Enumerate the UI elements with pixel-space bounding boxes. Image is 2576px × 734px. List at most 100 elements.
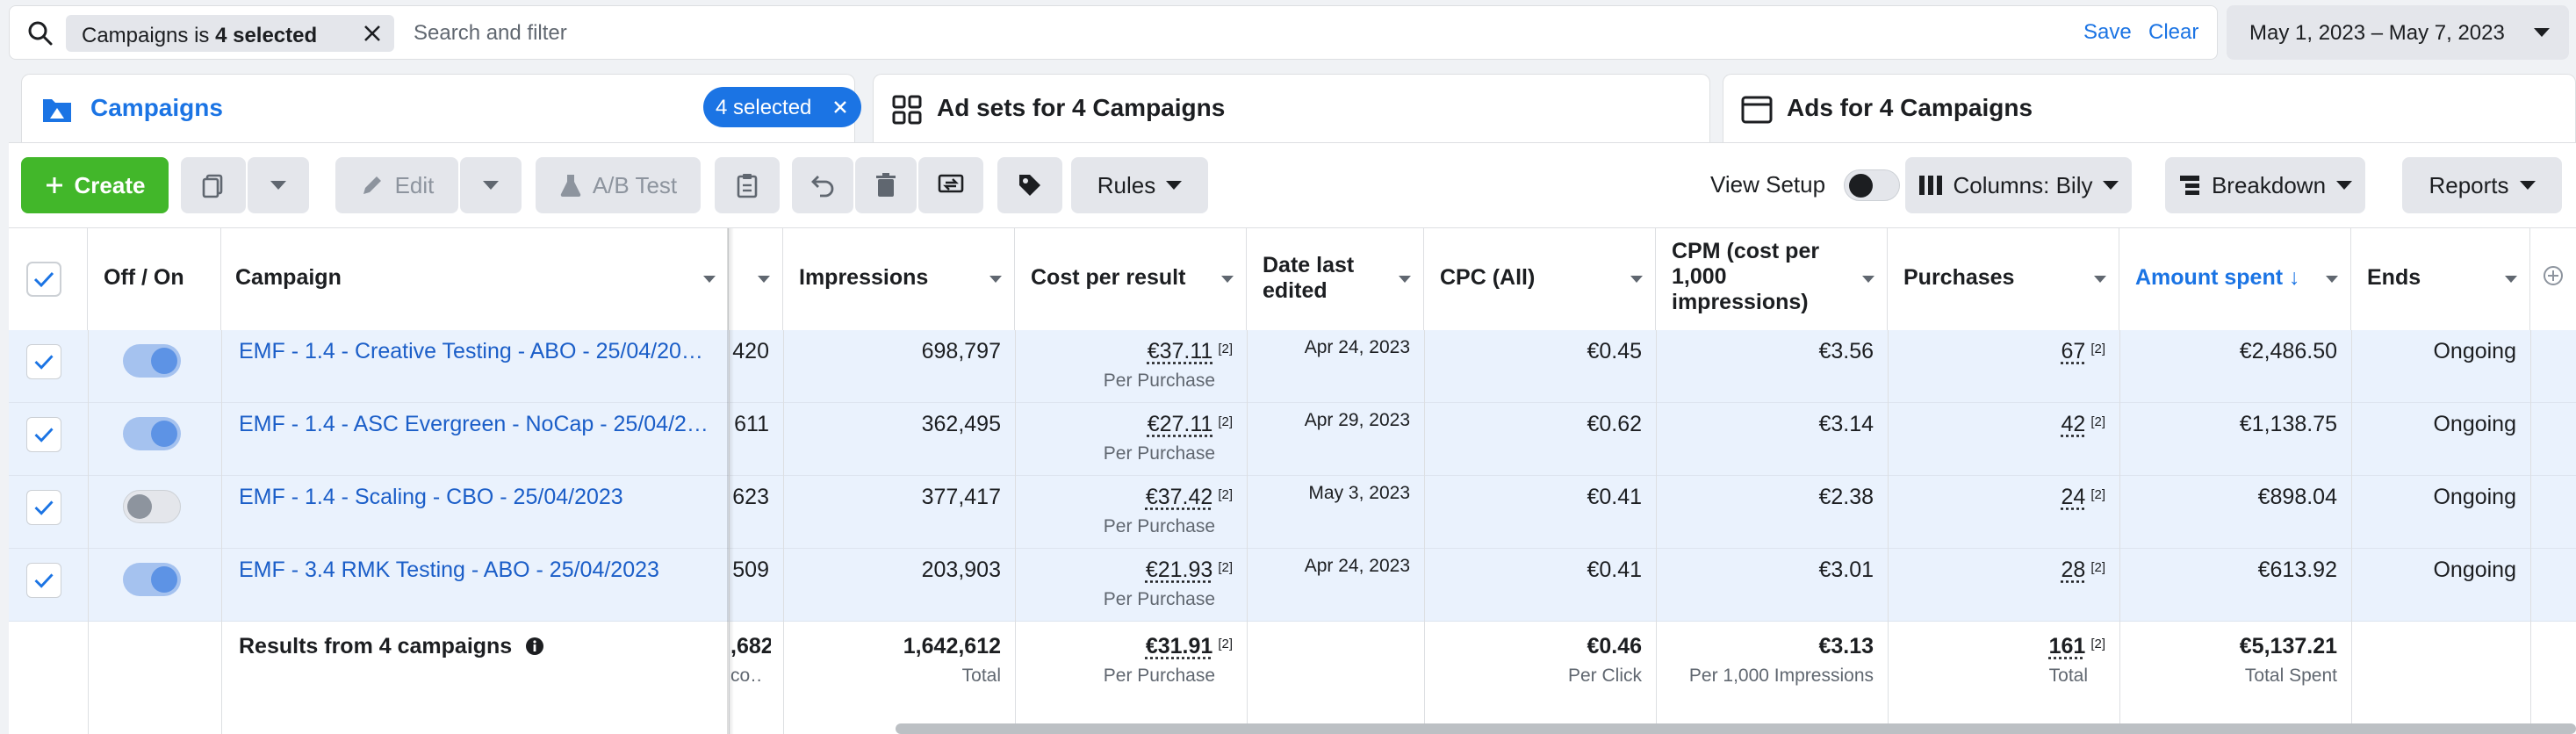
breakdown-button[interactable]: Breakdown [2165, 157, 2365, 213]
close-icon[interactable] [361, 22, 384, 45]
purchases-value: 28 [2] [1888, 558, 2106, 583]
header-impressions[interactable]: Impressions [783, 228, 1015, 330]
rules-button[interactable]: Rules [1071, 157, 1208, 213]
row-checkbox[interactable] [26, 344, 61, 379]
header-cost-per-result[interactable]: Cost per result [1015, 228, 1247, 330]
header-amount-spent[interactable]: Amount spent ↓ [2119, 228, 2351, 330]
campaign-name-link[interactable]: EMF - 3.4 RMK Testing - ABO - 25/04/2023 [239, 558, 720, 583]
sort-caret-icon[interactable] [1221, 276, 1234, 283]
sort-caret-icon[interactable] [1399, 276, 1411, 283]
create-button[interactable]: Create [21, 157, 169, 213]
campaign-toggle[interactable] [123, 417, 181, 450]
header-date-last-edited-label: Date last edited [1263, 253, 1355, 303]
sort-caret-icon[interactable] [2094, 276, 2106, 283]
search-input[interactable] [414, 18, 1818, 48]
sort-caret-icon[interactable] [758, 276, 770, 283]
filter-chip[interactable]: Campaigns is 4 selected [66, 15, 394, 52]
cost-per-result-amount[interactable]: €37.42 [1146, 485, 1212, 509]
campaign-toggle[interactable] [123, 490, 181, 523]
delete-button[interactable] [855, 157, 917, 213]
header-purchases-label: Purchases [1903, 265, 2015, 290]
totals-hidden-sub: co… [730, 666, 764, 686]
duplicate-dropdown[interactable] [248, 157, 309, 213]
sort-caret-icon[interactable] [2505, 276, 2517, 283]
view-setup-toggle[interactable] [1844, 169, 1900, 201]
footnote-ref: [2] [1218, 637, 1233, 651]
header-cpm[interactable]: CPM (cost per 1,000 impressions) [1656, 228, 1888, 330]
row-checkbox[interactable] [26, 490, 61, 525]
date-edited-value: Apr 24, 2023 [1304, 337, 1410, 357]
cost-per-result-amount[interactable]: €21.93 [1146, 558, 1212, 582]
cpc-value: €0.62 [1587, 412, 1642, 436]
edit-button[interactable]: Edit [335, 157, 458, 213]
ab-test-button[interactable]: A/B Test [536, 157, 701, 213]
cost-per-result-amount[interactable]: €27.11 [1148, 412, 1213, 436]
row-checkbox[interactable] [26, 563, 61, 598]
cost-per-result-sub: Per Purchase [1103, 371, 1215, 391]
header-purchases[interactable]: Purchases [1888, 228, 2119, 330]
tab-adsets-label: Ad sets for 4 Campaigns [937, 94, 1226, 121]
purchases-count[interactable]: 42 [2062, 412, 2086, 436]
tab-adsets[interactable]: Ad sets for 4 Campaigns [873, 74, 1710, 149]
horizontal-scrollbar[interactable] [896, 723, 2576, 734]
sort-caret-icon[interactable] [1862, 276, 1874, 283]
campaign-toggle[interactable] [123, 563, 181, 596]
flask-icon [560, 175, 581, 198]
chevron-down-icon [483, 181, 499, 190]
tab-ads-label: Ads for 4 Campaigns [1787, 94, 2033, 121]
breakdown-icon [2179, 176, 2199, 195]
footnote-ref: [2] [1218, 560, 1233, 575]
campaign-toggle[interactable] [123, 344, 181, 378]
breakdown-button-label: Breakdown [2211, 171, 2327, 198]
selected-badge[interactable]: 4 selected [703, 87, 861, 127]
tab-campaigns[interactable]: Campaigns 4 selected [21, 74, 861, 149]
columns-button[interactable]: Columns: Bily [1905, 157, 2132, 213]
header-cost-per-result-label: Cost per result [1031, 265, 1186, 290]
checkbox-icon[interactable] [26, 262, 61, 297]
header-campaign[interactable]: Campaign [221, 228, 729, 330]
toolbar: Create Edit A/B Test Rules View Setup Co… [9, 143, 2576, 227]
campaign-name-link[interactable]: EMF - 1.4 - Creative Testing - ABO - 25/… [239, 339, 720, 364]
clipboard-button[interactable] [715, 157, 780, 213]
purchases-count[interactable]: 24 [2062, 485, 2086, 509]
tag-icon [1019, 175, 1040, 196]
tab-ads[interactable]: Ads for 4 Campaigns [1723, 74, 2576, 149]
cpc-value: €0.41 [1587, 558, 1642, 582]
duplicate-button[interactable] [181, 157, 246, 213]
edit-dropdown[interactable] [460, 157, 522, 213]
header-hidden-column[interactable] [729, 228, 783, 330]
sort-caret-icon[interactable] [703, 276, 716, 283]
footnote-ref: [2] [2090, 342, 2105, 356]
header-ends[interactable]: Ends [2351, 228, 2530, 330]
sort-caret-icon[interactable] [989, 276, 1002, 283]
campaign-name-link[interactable]: EMF - 1.4 - Scaling - CBO - 25/04/2023 [239, 485, 720, 510]
totals-cpm-sub: Per 1,000 Impressions [1688, 666, 1874, 686]
totals-purchases-count[interactable]: 161 [2049, 634, 2086, 658]
chevron-down-icon [2519, 181, 2536, 190]
sort-caret-icon[interactable] [1630, 276, 1643, 283]
tag-button[interactable] [997, 157, 1062, 213]
campaign-name-link[interactable]: EMF - 1.4 - ASC Evergreen - NoCap - 25/0… [239, 412, 720, 437]
cost-per-result-amount[interactable]: €37.11 [1148, 339, 1213, 363]
cost-per-result-sub: Per Purchase [1103, 516, 1215, 536]
info-icon[interactable] [525, 637, 544, 656]
save-filter-link[interactable]: Save [2083, 20, 2132, 45]
date-range-picker[interactable]: May 1, 2023 – May 7, 2023 [2227, 5, 2569, 60]
totals-cost-per-result-amount[interactable]: €31.91 [1146, 634, 1212, 658]
clear-filter-link[interactable]: Clear [2148, 20, 2198, 45]
reports-button-label: Reports [2428, 171, 2509, 198]
amount-spent-value: €898.04 [2257, 485, 2337, 509]
header-date-last-edited[interactable]: Date last edited [1247, 228, 1424, 330]
sync-button[interactable] [918, 157, 983, 213]
add-column-icon[interactable] [2543, 265, 2564, 286]
close-icon[interactable] [831, 98, 849, 116]
cost-per-result-sub: Per Purchase [1103, 589, 1215, 609]
header-cpc[interactable]: CPC (All) [1424, 228, 1656, 330]
purchases-count[interactable]: 67 [2062, 339, 2086, 363]
undo-button[interactable] [792, 157, 853, 213]
row-checkbox[interactable] [26, 417, 61, 452]
sort-caret-icon[interactable] [2326, 276, 2338, 283]
duplicate-icon [202, 174, 223, 198]
reports-button[interactable]: Reports [2402, 157, 2562, 213]
purchases-count[interactable]: 28 [2062, 558, 2086, 582]
